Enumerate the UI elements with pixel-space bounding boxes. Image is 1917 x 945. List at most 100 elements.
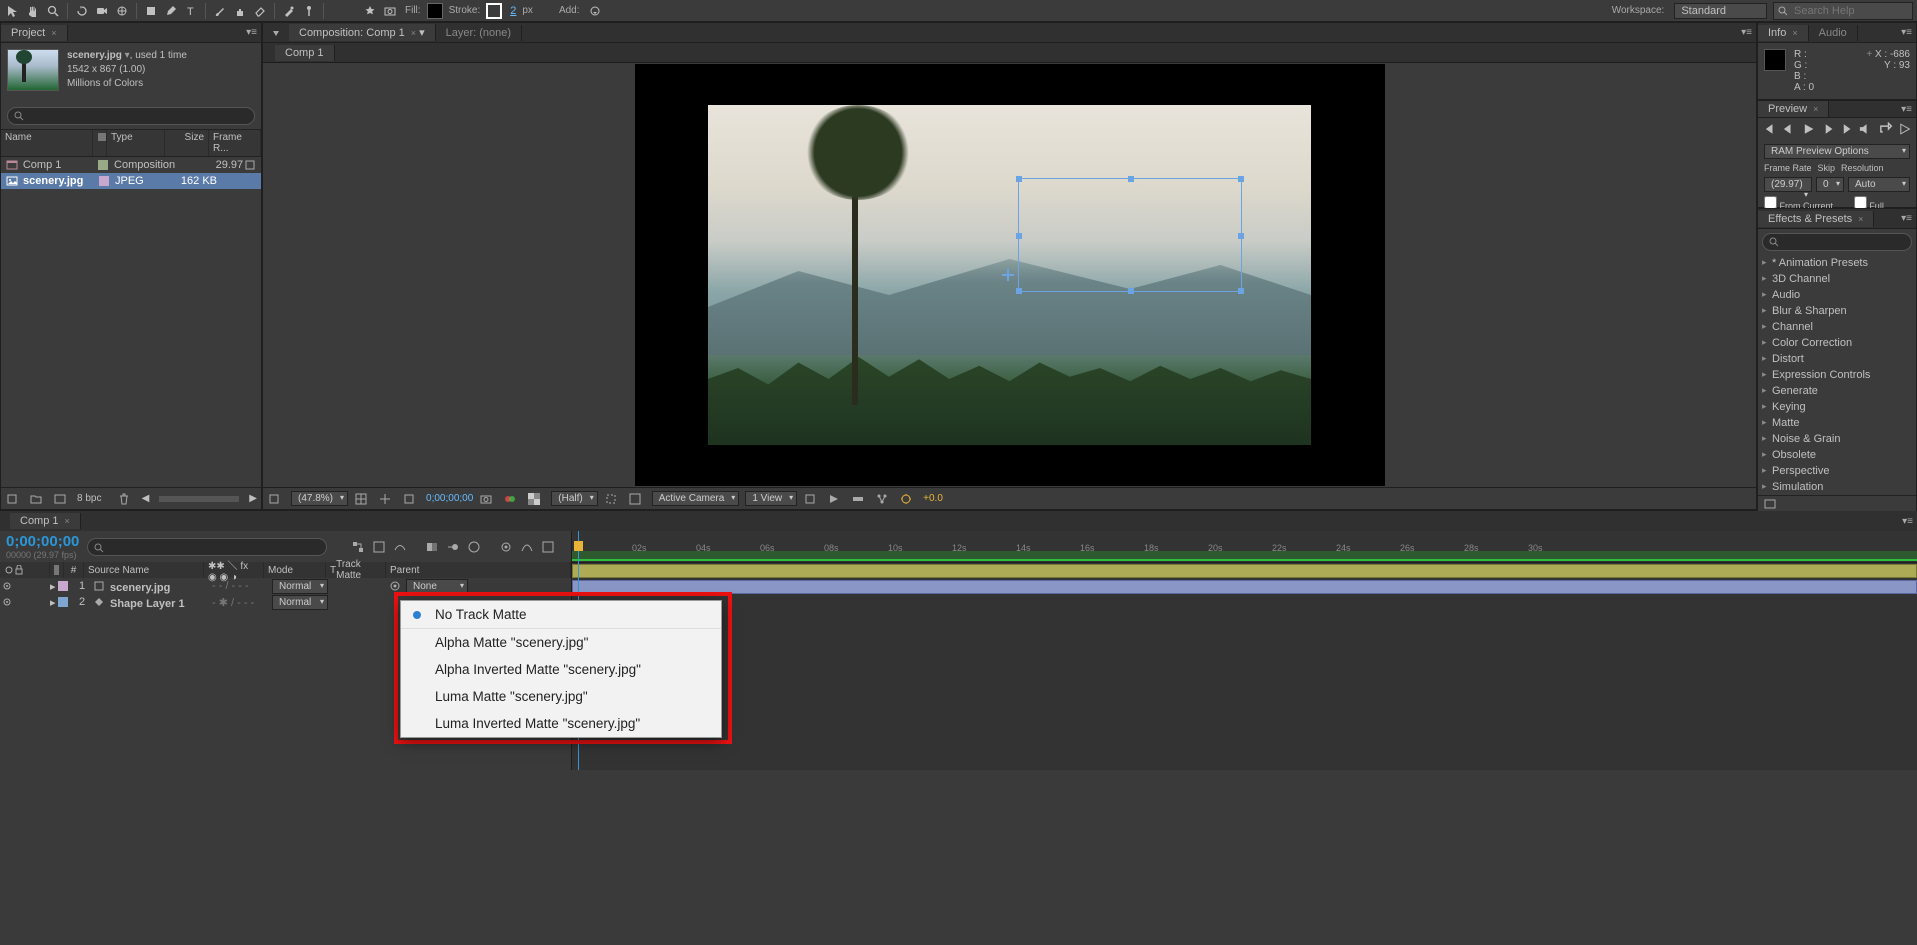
- av-features-icon[interactable]: [4, 565, 14, 575]
- playhead-indicator-icon[interactable]: [574, 541, 583, 551]
- mute-icon[interactable]: [1858, 122, 1873, 136]
- effects-category[interactable]: Matte: [1758, 415, 1916, 431]
- tab-preview[interactable]: Preview×: [1758, 101, 1829, 117]
- col-framerate[interactable]: Frame R...: [209, 130, 261, 156]
- menu-item-alpha-matte[interactable]: Alpha Matte "scenery.jpg": [401, 629, 721, 656]
- ram-preview-icon[interactable]: [1897, 122, 1912, 136]
- bpc-label[interactable]: 8 bpc: [77, 493, 101, 504]
- transparency-grid-icon[interactable]: [628, 492, 642, 506]
- timeline-search-input[interactable]: [87, 538, 327, 556]
- ram-resolution-dropdown[interactable]: Auto: [1848, 177, 1910, 192]
- frame-blend-icon[interactable]: [425, 540, 439, 554]
- menu-item-luma-inverted-matte[interactable]: Luma Inverted Matte "scenery.jpg": [401, 710, 721, 737]
- comp-mini-flowchart-icon[interactable]: [351, 540, 365, 554]
- tab-project[interactable]: Project×: [1, 25, 68, 41]
- go-to-end-icon[interactable]: [1839, 122, 1854, 136]
- timeline-tab[interactable]: Comp 1×: [10, 513, 81, 529]
- stroke-swatch[interactable]: [486, 3, 502, 19]
- grid-icon[interactable]: [354, 492, 368, 506]
- draft-3d-icon[interactable]: [372, 540, 386, 554]
- effects-category[interactable]: Distort: [1758, 351, 1916, 367]
- interpret-icon[interactable]: [5, 492, 19, 506]
- magnify-icon[interactable]: [267, 492, 281, 506]
- zoom-dropdown[interactable]: (47.8%): [291, 491, 348, 506]
- mask-icon[interactable]: [402, 492, 416, 506]
- pen-tool-icon[interactable]: [162, 2, 180, 20]
- panel-menu-icon[interactable]: ▾≡: [1898, 516, 1917, 527]
- panel-menu-icon[interactable]: ▾≡: [1897, 213, 1916, 224]
- flowchart-icon[interactable]: [875, 492, 889, 506]
- shape-layer-selection[interactable]: [1018, 178, 1242, 292]
- effects-category[interactable]: Audio: [1758, 287, 1916, 303]
- effects-category[interactable]: * Animation Presets: [1758, 255, 1916, 271]
- video-toggle-icon[interactable]: [2, 597, 12, 607]
- effects-category[interactable]: 3D Channel: [1758, 271, 1916, 287]
- exposure-value[interactable]: +0.0: [923, 493, 943, 504]
- effects-category[interactable]: Expression Controls: [1758, 367, 1916, 383]
- effects-category[interactable]: Generate: [1758, 383, 1916, 399]
- auto-keyframe-icon[interactable]: [499, 540, 513, 554]
- effects-category[interactable]: Perspective: [1758, 463, 1916, 479]
- effects-search-input[interactable]: [1762, 233, 1912, 251]
- brainstorm-icon[interactable]: [467, 540, 481, 554]
- comp-arrow-icon[interactable]: [267, 24, 285, 42]
- col-parent[interactable]: Parent: [386, 562, 571, 578]
- col-name[interactable]: Name: [1, 130, 93, 156]
- project-search-input[interactable]: [7, 107, 255, 125]
- rotation-tool-icon[interactable]: [73, 2, 91, 20]
- camera-dropdown[interactable]: Active Camera: [652, 491, 740, 506]
- blend-mode-dropdown[interactable]: Normal: [272, 595, 328, 610]
- panel-menu-icon[interactable]: ▾≡: [1897, 27, 1916, 38]
- anchor-point-icon[interactable]: [1002, 269, 1014, 281]
- effects-category[interactable]: Keying: [1758, 399, 1916, 415]
- framerate-dropdown[interactable]: (29.97): [1764, 177, 1812, 192]
- go-to-start-icon[interactable]: [1762, 122, 1777, 136]
- prev-frame-icon[interactable]: [1781, 122, 1796, 136]
- col-size[interactable]: Size: [165, 130, 209, 156]
- search-help-input[interactable]: [1773, 2, 1913, 20]
- fill-swatch[interactable]: [427, 3, 443, 19]
- tab-composition[interactable]: Composition: Comp 1× ▾: [289, 24, 436, 41]
- camera-tool-icon[interactable]: [93, 2, 111, 20]
- effects-category[interactable]: Obsolete: [1758, 447, 1916, 463]
- tab-info[interactable]: Info×: [1758, 25, 1809, 41]
- tab-effects-presets[interactable]: Effects & Presets×: [1758, 211, 1874, 227]
- panel-menu-icon[interactable]: ▾≡: [1737, 27, 1756, 38]
- hand-tool-icon[interactable]: [24, 2, 42, 20]
- pan-behind-tool-icon[interactable]: [113, 2, 131, 20]
- motion-blur-icon[interactable]: [446, 540, 460, 554]
- channel-icon[interactable]: [503, 492, 517, 506]
- next-frame-icon[interactable]: [1820, 122, 1835, 136]
- menu-item-alpha-inverted-matte[interactable]: Alpha Inverted Matte "scenery.jpg": [401, 656, 721, 683]
- transparency-icon[interactable]: [527, 492, 541, 506]
- fast-preview-icon[interactable]: [827, 492, 841, 506]
- text-tool-icon[interactable]: T: [182, 2, 200, 20]
- ram-preview-options-dropdown[interactable]: RAM Preview Options: [1764, 144, 1910, 159]
- add-menu-icon[interactable]: [586, 2, 604, 20]
- skip-dropdown[interactable]: 0: [1816, 177, 1844, 192]
- tab-audio[interactable]: Audio: [1809, 25, 1858, 41]
- effects-category[interactable]: Channel: [1758, 319, 1916, 335]
- panel-menu-icon[interactable]: ▾≡: [1897, 104, 1916, 115]
- folder-icon[interactable]: [29, 492, 43, 506]
- workspace-dropdown[interactable]: Standard: [1674, 3, 1767, 19]
- zoom-tool-icon[interactable]: [44, 2, 62, 20]
- expand-icon[interactable]: [541, 540, 555, 554]
- snapshot-icon[interactable]: [479, 492, 493, 506]
- eraser-tool-icon[interactable]: [251, 2, 269, 20]
- guides-icon[interactable]: [378, 492, 392, 506]
- video-toggle-icon[interactable]: [2, 581, 12, 591]
- clone-stamp-tool-icon[interactable]: [231, 2, 249, 20]
- trash-icon[interactable]: [117, 492, 131, 506]
- project-row-scenery[interactable]: scenery.jpg JPEG 162 KB: [1, 173, 261, 189]
- pixel-aspect-icon[interactable]: [803, 492, 817, 506]
- project-row-comp[interactable]: Comp 1 Composition 29.97: [1, 157, 261, 173]
- snapshot-icon[interactable]: [381, 2, 399, 20]
- effects-category[interactable]: Color Correction: [1758, 335, 1916, 351]
- rectangle-tool-icon[interactable]: [142, 2, 160, 20]
- timeline-icon[interactable]: [851, 492, 865, 506]
- shy-icon[interactable]: [393, 540, 407, 554]
- timeline-ruler-area[interactable]: 02s04s06s08s10s12s14s16s18s20s22s24s26s2…: [572, 531, 1917, 770]
- settings-icon[interactable]: [243, 158, 257, 172]
- layer-bar-2[interactable]: [572, 580, 1917, 594]
